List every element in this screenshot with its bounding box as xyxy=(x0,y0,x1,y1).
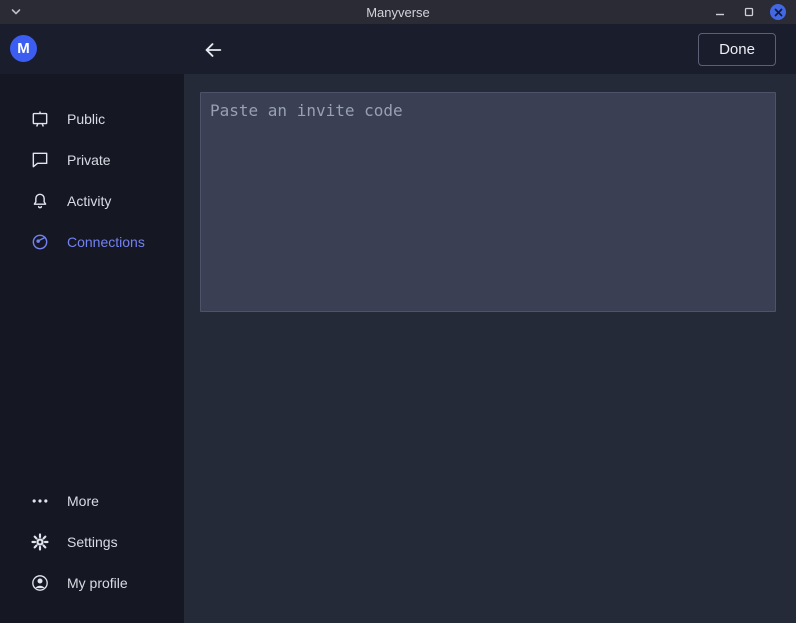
sidebar-item-label: More xyxy=(67,493,99,509)
sidebar-item-activity[interactable]: Activity xyxy=(0,180,184,221)
message-icon xyxy=(30,150,50,170)
gear-icon xyxy=(30,532,50,552)
sidebar: Public Private Activity Connections xyxy=(0,74,184,623)
sidebar-item-public[interactable]: Public xyxy=(0,98,184,139)
sidebar-item-label: Connections xyxy=(67,234,145,250)
manyverse-window: Manyverse M Done Public xyxy=(0,0,796,623)
invite-code-input[interactable] xyxy=(200,92,776,312)
restore-button[interactable] xyxy=(741,4,757,20)
sidebar-item-my-profile[interactable]: My profile xyxy=(0,562,184,603)
person-icon xyxy=(30,573,50,593)
content-area xyxy=(184,74,796,623)
back-arrow-icon[interactable] xyxy=(200,37,226,63)
sidebar-item-connections[interactable]: Connections xyxy=(0,221,184,262)
done-button[interactable]: Done xyxy=(698,33,776,66)
close-button[interactable] xyxy=(770,4,786,20)
app-body: Public Private Activity Connections xyxy=(0,74,796,623)
swarm-icon xyxy=(30,232,50,252)
sidebar-item-private[interactable]: Private xyxy=(0,139,184,180)
manyverse-logo: M xyxy=(10,35,37,62)
window-controls xyxy=(712,0,786,24)
window-title: Manyverse xyxy=(0,5,796,20)
sidebar-item-label: Private xyxy=(67,152,111,168)
sidebar-item-more[interactable]: More xyxy=(0,480,184,521)
ellipsis-icon xyxy=(30,491,50,511)
sidebar-item-settings[interactable]: Settings xyxy=(0,521,184,562)
sidebar-item-label: Public xyxy=(67,111,105,127)
bulletin-board-icon xyxy=(30,109,50,129)
sidebar-spacer xyxy=(0,262,184,480)
titlebar: Manyverse xyxy=(0,0,796,24)
app-header: M Done xyxy=(0,24,796,74)
sidebar-item-label: Activity xyxy=(67,193,111,209)
bell-icon xyxy=(30,191,50,211)
sidebar-item-label: Settings xyxy=(67,534,118,550)
window-menu-chevron-icon[interactable] xyxy=(9,5,23,19)
sidebar-item-label: My profile xyxy=(67,575,128,591)
minimize-button[interactable] xyxy=(712,4,728,20)
